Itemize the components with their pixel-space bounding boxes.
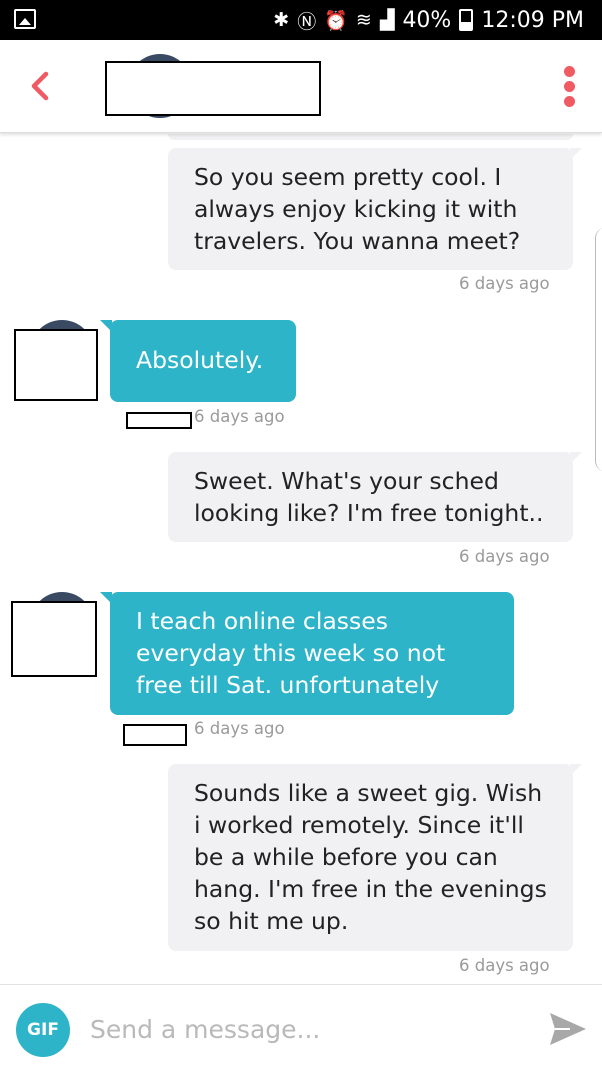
- redacted-sender-name: [123, 724, 187, 746]
- bluetooth-icon: ✱: [273, 9, 290, 31]
- message-timestamp: 6 days ago: [194, 719, 285, 738]
- sent-message[interactable]: Sweet. What's your sched looking like? I…: [168, 452, 582, 542]
- received-message[interactable]: Absolutely.: [100, 320, 296, 402]
- message-timestamp: 6 days ago: [459, 956, 550, 975]
- redacted-avatar: [14, 329, 98, 401]
- chat-header: [0, 40, 602, 133]
- back-button[interactable]: [22, 64, 62, 108]
- send-button[interactable]: [546, 1007, 590, 1051]
- menu-dot: [564, 96, 575, 107]
- gif-button[interactable]: GIF: [16, 1003, 70, 1057]
- alarm-icon: ⏰: [324, 9, 348, 32]
- message-text: I teach online classes everyday this wee…: [136, 607, 446, 699]
- received-message[interactable]: I teach online classes everyday this wee…: [100, 592, 514, 715]
- redacted-match-name: [105, 61, 321, 116]
- battery-percent: 40%: [402, 7, 452, 33]
- message-list[interactable]: So you seem pretty cool. I always enjoy …: [0, 134, 602, 984]
- scrollbar[interactable]: [595, 228, 602, 471]
- nfc-icon: Ⓝ: [297, 10, 317, 33]
- sent-message[interactable]: So you seem pretty cool. I always enjoy …: [168, 148, 582, 270]
- more-menu-button[interactable]: [558, 66, 582, 108]
- image-icon: [14, 9, 36, 29]
- message-input[interactable]: [90, 1007, 510, 1051]
- redacted-avatar: [11, 601, 97, 677]
- status-bar: ✱ Ⓝ ⏰ ≋ ▟ 40% 12:09 PM: [0, 0, 602, 40]
- message-text: Absolutely.: [136, 346, 264, 374]
- signal-icon: ▟: [379, 9, 395, 31]
- menu-dot: [564, 66, 575, 77]
- message-timestamp: 6 days ago: [459, 274, 550, 293]
- wifi-icon: ≋: [355, 9, 372, 31]
- battery-icon: [459, 9, 474, 31]
- message-text: Sounds like a sweet gig. Wish i worked r…: [194, 779, 547, 935]
- previous-message-edge: [168, 134, 573, 140]
- message-timestamp: 6 days ago: [194, 407, 285, 426]
- message-timestamp: 6 days ago: [459, 547, 550, 566]
- clock: 12:09 PM: [481, 7, 584, 33]
- status-icons: ✱ Ⓝ ⏰ ≋ ▟ 40% 12:09 PM: [273, 6, 584, 34]
- send-icon: [550, 1013, 586, 1045]
- message-text: So you seem pretty cool. I always enjoy …: [194, 163, 521, 255]
- battery-level: [461, 21, 472, 29]
- message-composer: GIF: [0, 984, 602, 1070]
- menu-dot: [564, 81, 575, 92]
- redacted-sender-name: [126, 412, 192, 429]
- chevron-left-icon: [31, 71, 49, 101]
- message-text: Sweet. What's your sched looking like? I…: [194, 467, 544, 527]
- sent-message[interactable]: Sounds like a sweet gig. Wish i worked r…: [168, 764, 582, 951]
